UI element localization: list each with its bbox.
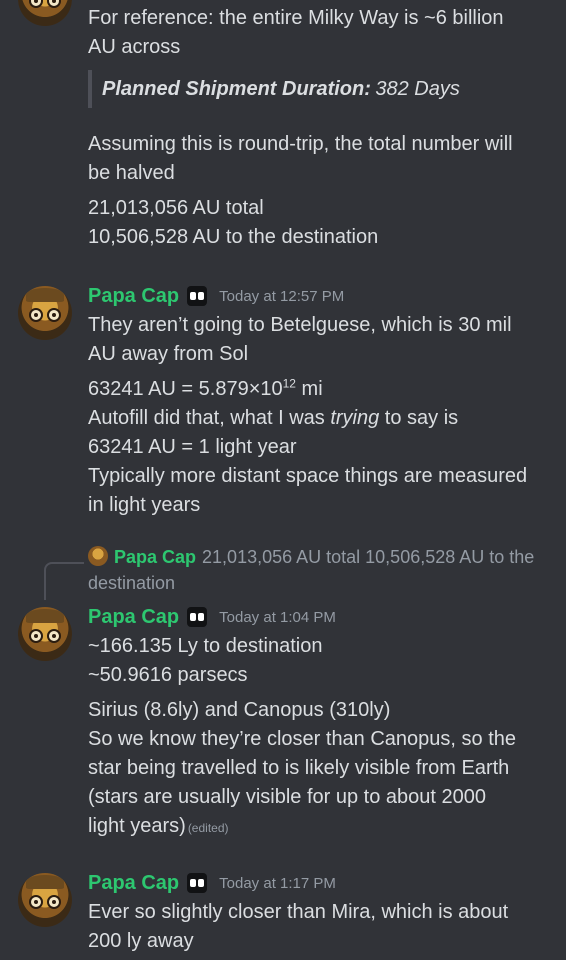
quote-value: 382 Days (375, 78, 460, 100)
blockquote: Planned Shipment Duration: 382 Days (88, 70, 460, 108)
avatar[interactable] (18, 286, 72, 340)
message-line: 21,013,056 AU total (88, 197, 264, 219)
message-content: 21,013,056 AU total 10,506,528 AU to the… (88, 194, 552, 252)
message-line: For reference: the entire Milky Way is ~… (88, 7, 504, 29)
reply-avatar (88, 546, 108, 566)
avatar[interactable] (18, 873, 72, 927)
reply-connector (44, 562, 84, 600)
timestamp[interactable]: Today at 12:57 PM (219, 288, 344, 305)
message-header: Papa Cap Today at 1:04 PM (88, 602, 552, 632)
username[interactable]: Papa Cap (88, 285, 179, 308)
message-line: star being travelled to is likely visibl… (88, 757, 510, 779)
message-content: For reference: the entire Milky Way is ~… (88, 4, 552, 62)
message-content: Assuming this is round-trip, the total n… (88, 130, 552, 188)
message-line: Assuming this is round-trip, the total n… (88, 133, 513, 155)
message-header: Papa Cap Today at 12:57 PM (88, 281, 552, 311)
username[interactable]: Papa Cap (88, 606, 179, 629)
reply-text: destination (88, 573, 176, 593)
message-line: Sirius (8.6ly) and Canopus (310ly) (88, 699, 391, 721)
timestamp[interactable]: Today at 1:04 PM (219, 609, 336, 626)
message-line: 200 ly away (88, 930, 194, 952)
message-header: Papa Cap Today at 1:17 PM (88, 868, 552, 898)
reply-username[interactable]: Papa Cap (114, 547, 196, 567)
message-line: Autofill did that, what I was trying to … (88, 407, 459, 429)
message-line: They aren’t going to Betelguese, which i… (88, 314, 512, 336)
reply-preview[interactable]: Papa Cap 21,013,056 AU total 10,506,528 A… (88, 544, 552, 596)
avatar[interactable] (18, 607, 72, 661)
message-line: (stars are usually visible for up to abo… (88, 786, 486, 808)
message-line: Typically more distant space things are … (88, 465, 528, 487)
message-line: So we know they’re closer than Canopus, … (88, 728, 517, 750)
quote-label: Planned Shipment Duration: (102, 78, 371, 100)
message-line: 63241 AU = 5.879×1012 mi (88, 376, 323, 400)
bot-badge-icon (187, 286, 208, 306)
message-line: light years) (edited) (88, 815, 229, 837)
edited-label: (edited) (187, 821, 229, 835)
username[interactable]: Papa Cap (88, 872, 179, 895)
message-line: 63241 AU = 1 light year (88, 436, 297, 458)
message-line: Ever so slightly closer than Mira, which… (88, 901, 509, 923)
timestamp[interactable]: Today at 1:17 PM (219, 875, 336, 892)
message-group: Papa Cap Today at 12:57 PM They aren’t g… (88, 281, 552, 520)
message-group: Papa Cap Today at 1:17 PM Ever so slight… (88, 868, 552, 956)
message-line: ~166.135 Ly to destination (88, 635, 323, 657)
message-line: in light years (88, 494, 201, 516)
message-group: Papa Cap Today at 1:04 PM ~166.135 Ly to… (88, 602, 552, 843)
bot-badge-icon (187, 873, 208, 893)
message-line: be halved (88, 162, 175, 184)
bot-badge-icon (187, 607, 208, 627)
message-line: ~50.9616 parsecs (88, 664, 248, 686)
message-line: AU across (88, 36, 181, 58)
message-line: 10,506,528 AU to the destination (88, 226, 379, 248)
avatar[interactable] (18, 0, 72, 26)
message-line: AU away from Sol (88, 343, 249, 365)
reply-text: 21,013,056 AU total 10,506,528 AU to the (202, 547, 535, 567)
